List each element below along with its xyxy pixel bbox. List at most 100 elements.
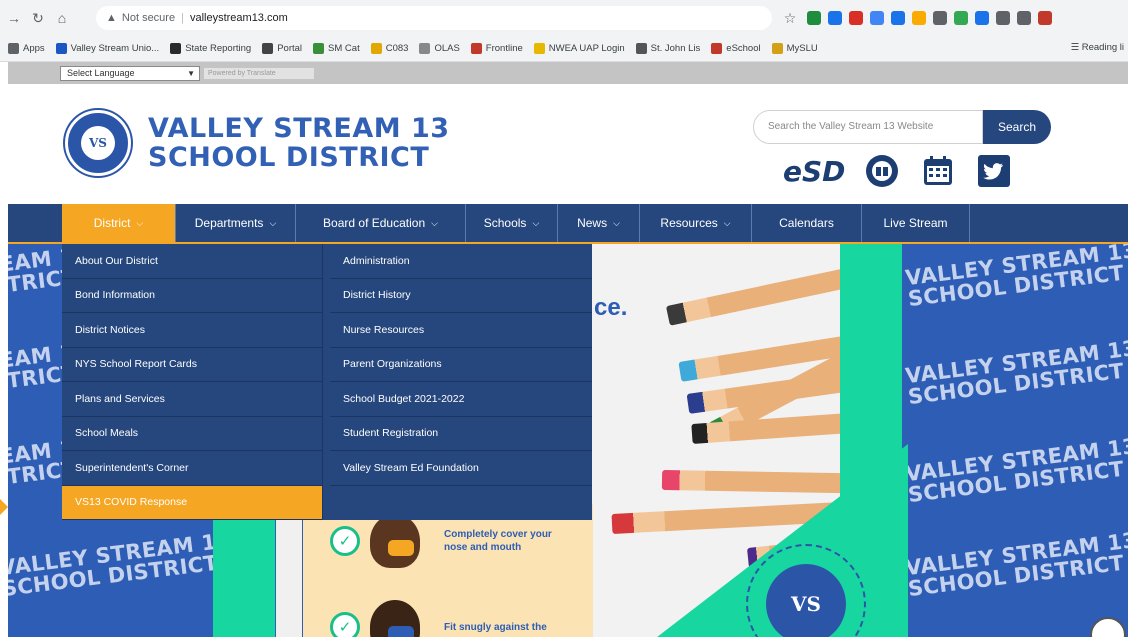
language-select[interactable]: Select Language ▼ bbox=[60, 66, 200, 81]
dropdown-divider bbox=[322, 244, 330, 520]
twitter-icon[interactable] bbox=[975, 152, 1013, 190]
mask-panel-green-strip bbox=[213, 504, 275, 637]
extension-icons: ☆ bbox=[780, 8, 1052, 28]
browser-extension-icon[interactable] bbox=[933, 11, 947, 25]
browser-toolbar: → ↻ ⌂ ▲ Not secure | valleystream13.com … bbox=[0, 0, 1128, 36]
nav-item-label: News bbox=[577, 216, 608, 230]
bookmark-label: eSchool bbox=[726, 43, 761, 54]
bookmark-item[interactable]: MySLU bbox=[771, 43, 818, 54]
bookmark-favicon-icon bbox=[55, 43, 67, 54]
bookmark-item[interactable]: OLAS bbox=[419, 43, 460, 54]
browser-extension-icon[interactable] bbox=[807, 11, 821, 25]
bookmark-label: Portal bbox=[277, 43, 303, 54]
browser-extension-icon[interactable] bbox=[912, 11, 926, 25]
dropdown-item[interactable]: About Our District bbox=[62, 244, 322, 279]
checkmark-icon: ✓ bbox=[330, 526, 360, 556]
nav-item-calendars[interactable]: Calendars bbox=[752, 204, 862, 242]
browser-extension-icon[interactable] bbox=[849, 11, 863, 25]
browser-extension-icon[interactable] bbox=[891, 11, 905, 25]
bottom-seal: VS bbox=[766, 564, 846, 637]
nav-item-departments[interactable]: Departments ⌵ bbox=[176, 204, 296, 242]
district-pattern-text: VALLEY STREAM 13SCHOOL DISTRICT bbox=[904, 244, 1128, 311]
search-button[interactable]: Search bbox=[983, 110, 1051, 144]
site-header: VS VALLEY STREAM 13 SCHOOL DISTRICT Sear… bbox=[8, 84, 1128, 204]
nav-item-board-of-education[interactable]: Board of Education ⌵ bbox=[296, 204, 466, 242]
bookmark-favicon-icon bbox=[771, 43, 783, 54]
pencil-illustration bbox=[661, 470, 859, 494]
bookmark-label: Frontline bbox=[485, 43, 523, 54]
browser-extension-icon[interactable] bbox=[975, 11, 989, 25]
district-name-line1: VALLEY STREAM 13 bbox=[148, 113, 450, 144]
dropdown-item[interactable]: Administration bbox=[330, 244, 592, 279]
district-seal-initials: VS bbox=[81, 126, 115, 160]
dropdown-item[interactable]: School Budget 2021-2022 bbox=[330, 382, 592, 417]
site-search-input[interactable]: Search the Valley Stream 13 Website bbox=[753, 110, 983, 144]
quick-links: eSD bbox=[783, 150, 1013, 192]
bookmark-label: C083 bbox=[385, 43, 409, 54]
dropdown-item[interactable]: VS13 COVID Response bbox=[62, 485, 322, 520]
bookmark-favicon-icon bbox=[170, 43, 182, 54]
district-seal-logo[interactable]: VS bbox=[65, 110, 131, 176]
bookmark-item[interactable]: NWEA UAP Login bbox=[533, 43, 625, 54]
dropdown-item[interactable]: Valley Stream Ed Foundation bbox=[330, 451, 592, 486]
bookmark-item[interactable]: Valley Stream Unio... bbox=[55, 43, 160, 54]
nav-item-resources[interactable]: Resources ⌵ bbox=[640, 204, 752, 242]
bookmark-item[interactable]: eSchool bbox=[711, 43, 761, 54]
dropdown-item[interactable]: NYS School Report Cards bbox=[62, 348, 322, 382]
calendar-icon[interactable] bbox=[919, 152, 957, 190]
reload-icon[interactable]: ↻ bbox=[28, 8, 48, 28]
browser-extension-icon[interactable] bbox=[1017, 11, 1031, 25]
bookmark-label: St. John Lis bbox=[650, 43, 701, 54]
bookmark-item[interactable]: State Reporting bbox=[170, 43, 251, 54]
nav-item-district[interactable]: District ⌵ bbox=[62, 204, 176, 242]
browser-extension-icon[interactable] bbox=[954, 11, 968, 25]
browser-extension-icon[interactable] bbox=[1038, 11, 1052, 25]
nav-item-label: District bbox=[93, 216, 131, 230]
security-label: Not secure bbox=[121, 12, 176, 24]
bookmark-item[interactable]: Frontline bbox=[470, 43, 523, 54]
district-dropdown-menu: About Our District Bond Information Distri… bbox=[62, 244, 592, 520]
nav-item-label: Resources bbox=[660, 216, 718, 230]
dropdown-item[interactable]: Bond Information bbox=[62, 279, 322, 313]
dropdown-item[interactable]: District History bbox=[330, 279, 592, 313]
dropdown-item[interactable]: District Notices bbox=[62, 313, 322, 348]
dropdown-item[interactable]: Student Registration bbox=[330, 417, 592, 451]
mask-caption: Completely cover your nose and mouth bbox=[444, 529, 552, 553]
mask-panel-gap bbox=[276, 504, 302, 637]
address-bar[interactable]: ▲ Not secure | valleystream13.com bbox=[96, 6, 772, 30]
main-nav: District ⌵ Departments ⌵ Board of Education ⌵… bbox=[8, 204, 1128, 244]
mask-caption: Fit snugly against the bbox=[444, 621, 547, 633]
bookmark-favicon-icon bbox=[419, 43, 431, 54]
bookmark-star-icon[interactable]: ☆ bbox=[780, 8, 800, 28]
bookmark-label: Valley Stream Unio... bbox=[70, 43, 160, 54]
bookmark-item[interactable]: Apps bbox=[8, 43, 45, 54]
nav-item-schools[interactable]: Schools ⌵ bbox=[466, 204, 558, 242]
nav-item-news[interactable]: News ⌵ bbox=[558, 204, 640, 242]
parent-portal-icon[interactable] bbox=[863, 152, 901, 190]
warning-icon: ▲ bbox=[106, 12, 117, 24]
browser-extension-icon[interactable] bbox=[996, 11, 1010, 25]
home-icon[interactable]: ⌂ bbox=[52, 8, 72, 28]
district-name[interactable]: VALLEY STREAM 13 SCHOOL DISTRICT bbox=[148, 114, 450, 172]
nav-item-live-stream[interactable]: Live Stream bbox=[862, 204, 970, 242]
back-arrow-icon[interactable]: → bbox=[4, 8, 24, 28]
browser-extension-icon[interactable] bbox=[828, 11, 842, 25]
bookmark-item[interactable]: SM Cat bbox=[313, 43, 360, 54]
dropdown-item[interactable]: Nurse Resources bbox=[330, 313, 592, 348]
bookmark-item[interactable]: C083 bbox=[370, 43, 409, 54]
bookmark-favicon-icon bbox=[635, 43, 647, 54]
reading-list-label: Reading li bbox=[1081, 42, 1124, 53]
dropdown-item[interactable]: Parent Organizations bbox=[330, 348, 592, 382]
reading-list-button[interactable]: ☰ Reading li bbox=[1071, 42, 1124, 53]
bookmark-item[interactable]: Portal bbox=[262, 43, 302, 54]
esd-link[interactable]: eSD bbox=[783, 155, 845, 188]
dropdown-item[interactable]: Plans and Services bbox=[62, 382, 322, 417]
nav-item-label: Board of Education bbox=[323, 216, 426, 230]
dropdown-item[interactable]: Superintendent's Corner bbox=[62, 451, 322, 486]
browser-extension-icon[interactable] bbox=[870, 11, 884, 25]
dropdown-item[interactable]: School Meals bbox=[62, 417, 322, 451]
masked-person-illustration bbox=[370, 514, 420, 568]
dropdown-column-left: About Our District Bond Information Distri… bbox=[62, 244, 322, 520]
bookmark-item[interactable]: St. John Lis bbox=[635, 43, 701, 54]
twitter-svg bbox=[978, 155, 1011, 187]
